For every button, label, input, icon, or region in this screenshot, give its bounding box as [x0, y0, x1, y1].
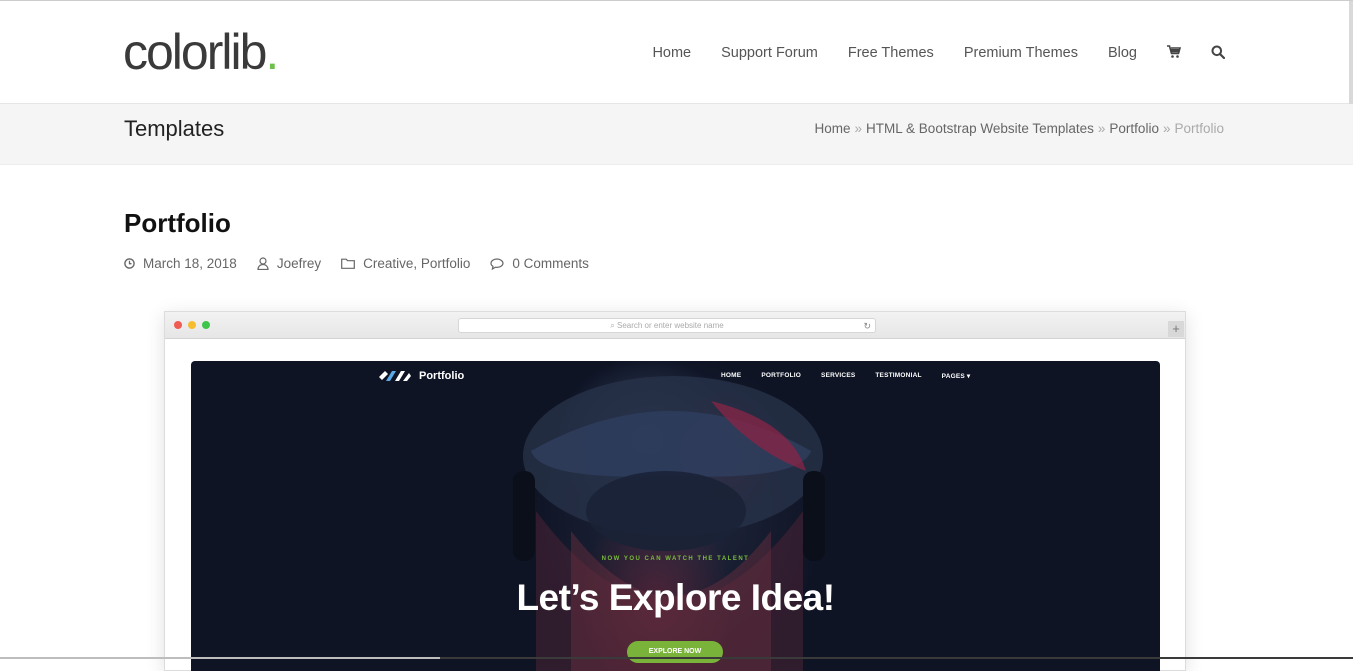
user-icon — [257, 257, 269, 270]
explore-now-button: EXPLORE NOW — [627, 641, 723, 663]
main-nav: Home Support Forum Free Themes Premium T… — [622, 45, 1226, 61]
template-preview-browser: ⌕ Search or enter website name ↻ + Portf… — [164, 311, 1186, 671]
nav-premium-themes[interactable]: Premium Themes — [964, 45, 1078, 61]
search-icon: ⌕ — [610, 321, 617, 330]
url-placeholder: Search or enter website name — [616, 321, 724, 330]
url-bar: ⌕ Search or enter website name ↻ — [458, 318, 876, 333]
post-author-name[interactable]: Joefrey — [277, 256, 321, 271]
post-meta: March 18, 2018 Joefrey Creative, Portfol… — [124, 256, 609, 271]
page-title: Templates — [124, 116, 225, 141]
hero-person-illustration — [513, 376, 825, 671]
cart-icon[interactable] — [1167, 45, 1182, 61]
nav-support-forum[interactable]: Support Forum — [721, 45, 818, 61]
nav-free-themes[interactable]: Free Themes — [848, 45, 934, 61]
post-author[interactable]: Joefrey — [257, 256, 321, 271]
template-hero-screenshot[interactable]: Portfolio HOME PORTFOLIO SERVICES TESTIM… — [191, 361, 1160, 671]
post-title: Portfolio — [124, 208, 231, 238]
nav-blog[interactable]: Blog — [1108, 45, 1137, 61]
breadcrumb-current: Portfolio — [1174, 121, 1224, 136]
logo-text: colorlib — [123, 24, 267, 80]
clock-icon — [124, 258, 135, 269]
hero-eyebrow: NOW YOU CAN WATCH THE TALENT — [601, 556, 750, 562]
logo-dot: . — [265, 24, 279, 80]
nav-home[interactable]: Home — [652, 45, 691, 61]
breadcrumb-home[interactable]: Home — [815, 121, 851, 136]
post-comments-text[interactable]: 0 Comments — [512, 256, 589, 271]
scrollbar[interactable] — [1349, 1, 1353, 109]
post-date: March 18, 2018 — [124, 256, 237, 271]
breadcrumb: Home» HTML & Bootstrap Website Templates»… — [815, 121, 1224, 136]
maximize-dot-icon — [202, 321, 210, 329]
breadcrumb-separator: » — [854, 121, 863, 136]
site-header: colorlib. Home Support Forum Free Themes… — [0, 1, 1353, 104]
post-categories-text[interactable]: Creative, Portfolio — [363, 256, 470, 271]
post-categories: Creative, Portfolio — [341, 256, 470, 271]
hero-headline: Let’s Explore Idea! — [516, 577, 835, 618]
colorlib-logo[interactable]: colorlib. — [123, 24, 279, 80]
reload-icon: ↻ — [863, 321, 871, 331]
close-dot-icon — [174, 321, 182, 329]
breadcrumb-separator: » — [1097, 121, 1106, 136]
new-tab-icon: + — [1168, 321, 1184, 337]
post-date-text: March 18, 2018 — [143, 256, 237, 271]
breadcrumb-templates[interactable]: HTML & Bootstrap Website Templates — [866, 121, 1094, 136]
post-comments[interactable]: 0 Comments — [490, 256, 589, 271]
folder-icon — [341, 258, 355, 269]
minimize-dot-icon — [188, 321, 196, 329]
page-header-band: Templates Home» HTML & Bootstrap Website … — [0, 104, 1353, 165]
browser-toolbar: ⌕ Search or enter website name ↻ + — [165, 312, 1185, 339]
window-controls — [174, 321, 216, 329]
breadcrumb-separator: » — [1162, 121, 1171, 136]
search-icon[interactable] — [1211, 45, 1226, 61]
comment-icon — [490, 257, 504, 270]
breadcrumb-portfolio[interactable]: Portfolio — [1109, 121, 1159, 136]
